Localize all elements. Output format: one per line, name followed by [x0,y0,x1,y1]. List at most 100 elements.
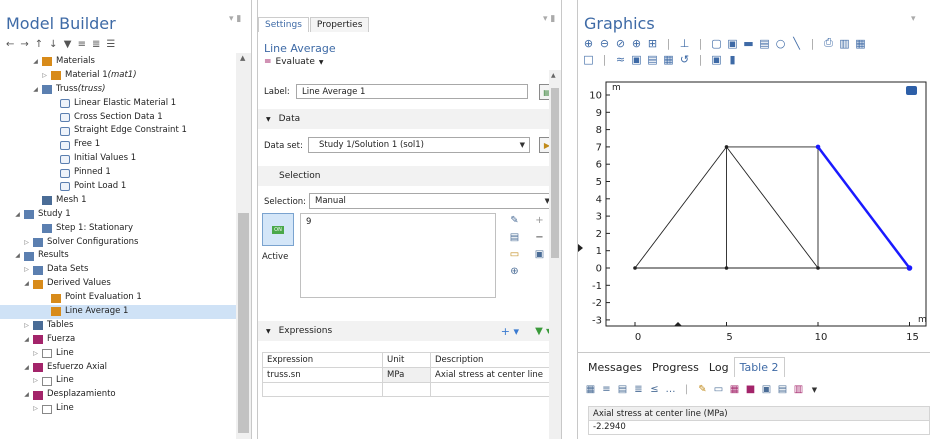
export-table-icon[interactable]: ▤ [777,384,788,395]
collapsed-arrow-icon[interactable]: ▷ [22,263,31,277]
engineering-notation-icon[interactable]: ≤ [649,384,660,395]
tab-messages[interactable]: Messages [583,358,647,377]
expanded-arrow-icon[interactable]: ◢ [13,249,22,263]
move-down-icon[interactable]: ↓ [49,39,57,50]
tree-item[interactable]: ◢ Results [0,249,237,263]
expression-cell[interactable]: truss.sn [262,367,383,383]
add-expression-icon[interactable]: + ▾ [501,325,519,338]
image-snapshot-icon[interactable]: ▥ [839,37,850,50]
tree-item[interactable]: ◢ Esfuerzo Axial [0,361,237,375]
tree-item[interactable]: ◢ Materials [0,55,237,69]
expressions-section-header[interactable]: ▼ Expressions + ▾ ▼ ▾ [258,321,561,341]
tree-item[interactable]: ▷ Line [0,402,237,416]
camera-icon[interactable]: ▣ [711,53,722,66]
expanded-arrow-icon[interactable]: ◢ [22,333,31,347]
full-precision-icon[interactable]: ▦ [585,384,596,395]
clear-selection-icon[interactable]: ▭ [502,249,527,260]
back-arrow-icon[interactable]: ← [6,39,14,50]
collapsed-arrow-icon[interactable]: ▷ [40,69,49,83]
save-image-icon[interactable]: ▮ [727,53,738,66]
clear-selection-icon[interactable]: ╲ [791,37,802,50]
tree-item[interactable]: Cross Section Data 1 [0,111,237,125]
tab-table-2[interactable]: Table 2 [733,357,785,377]
expanded-arrow-icon[interactable]: ◢ [22,277,31,291]
description-cell[interactable]: Axial stress at center line [430,367,556,383]
evaluate-button[interactable]: = Evaluate ▼ [264,57,324,67]
collapsed-arrow-icon[interactable]: ▷ [31,402,40,416]
unit-cell[interactable]: MPa [382,367,431,383]
decimal-notation-icon[interactable]: ≣ [633,384,644,395]
zoom-extents-icon[interactable]: ⊞ [647,37,658,50]
select-edges-icon[interactable]: ▬ [743,37,754,50]
tree-item[interactable]: Initial Values 1 [0,152,237,166]
move-up-icon[interactable]: ↑ [35,39,43,50]
automatic-notation-icon[interactable]: ≡ [601,384,612,395]
table-row[interactable] [262,382,556,397]
expanded-arrow-icon[interactable]: ◢ [22,361,31,375]
table-surface-icon[interactable]: ■ [745,384,756,395]
selection-section-header[interactable]: Selection [258,166,561,186]
table-graph-icon[interactable]: ▦ [729,384,740,395]
tree-item[interactable]: ◢ Study 1 [0,208,237,222]
settings-scrollbar-thumb[interactable] [551,88,559,258]
show-icon[interactable]: ≡ [78,39,86,50]
tree-item[interactable]: Step 1: Stationary [0,222,237,236]
grid-icon[interactable]: ▦ [663,53,674,66]
selection-select[interactable]: Manual ▼ [309,193,555,209]
select-objects-icon[interactable]: ▢ [711,37,722,50]
tree-item[interactable]: Free 1 [0,138,237,152]
transparency-icon[interactable]: □ [583,53,594,66]
expanded-arrow-icon[interactable]: ◢ [31,83,40,97]
collapse-icon[interactable]: ≣ [92,39,100,50]
copy-table-icon[interactable]: ▣ [761,384,772,395]
collapsed-arrow-icon[interactable]: ▷ [22,319,31,333]
collapsed-arrow-icon[interactable]: ▷ [31,347,40,361]
pin-icon[interactable]: ▾ [911,14,916,24]
settings-scrollbar[interactable]: ▲ [549,70,561,439]
scroll-up-icon[interactable]: ▲ [551,72,556,79]
select-boundaries-icon[interactable]: ▣ [727,37,738,50]
zoom-box-icon[interactable]: ⊘ [615,37,626,50]
scroll-up-icon[interactable]: ▲ [240,54,245,62]
activate-toggle[interactable]: ON [262,213,294,246]
collapsed-arrow-icon[interactable]: ▷ [22,236,31,250]
tab-properties[interactable]: Properties [309,17,370,32]
pin-icon[interactable]: ▾ ▮ [543,14,555,24]
clear-table-icon[interactable]: ✎ [697,384,708,395]
tree-item[interactable]: Line Average 1 [0,305,237,319]
table-row[interactable]: truss.sn MPa Axial stress at center line [262,367,556,383]
tree-item[interactable]: ◢ Derived Values [0,277,237,291]
wireframe-icon[interactable]: ▣ [631,53,642,66]
zoom-out-icon[interactable]: ⊖ [599,37,610,50]
expression-cell[interactable] [262,382,383,397]
tab-progress[interactable]: Progress [647,358,704,377]
tree-item[interactable]: ◢ Fuerza [0,333,237,347]
filter-icon[interactable]: ▼ [64,39,72,50]
tree-item[interactable]: Point Load 1 [0,180,237,194]
zoom-in-icon[interactable]: ⊕ [583,37,594,50]
table-value-cell[interactable]: -2.2940 [588,421,930,435]
tree-item[interactable]: Linear Elastic Material 1 [0,97,237,111]
unit-cell[interactable] [382,382,431,397]
tree-scrollbar[interactable]: ▲ [236,53,251,439]
copy-selection-icon[interactable]: ▤ [502,232,527,243]
label-field[interactable]: Line Average 1 [296,84,528,99]
tree-item[interactable]: ◢ Desplazamiento [0,388,237,402]
collapsed-arrow-icon[interactable]: ▷ [31,374,40,388]
tree-item[interactable]: ◢ Truss (truss) [0,83,237,97]
tree-scrollbar-thumb[interactable] [238,213,249,433]
col-unit[interactable]: Unit [382,352,431,368]
dataset-select[interactable]: Study 1/Solution 1 (sol1) ▼ [308,137,530,153]
expanded-arrow-icon[interactable]: ◢ [22,388,31,402]
graphics-canvas[interactable]: 109876543210-1-2-30 5 10 15mm [578,76,928,346]
tree-item[interactable]: ▷ Solver Configurations [0,236,237,250]
tree-item[interactable]: ▷ Data Sets [0,263,237,277]
description-cell[interactable] [430,382,556,397]
tree-item[interactable]: ▷ Line [0,347,237,361]
chevron-down-icon[interactable]: ▼ [809,386,820,394]
expand-icon[interactable]: ☰ [106,39,115,50]
tab-log[interactable]: Log [704,358,734,377]
expanded-arrow-icon[interactable]: ◢ [13,208,22,222]
pin-icon[interactable]: ▾ ▮ [229,14,241,24]
selection-list-item[interactable]: 9 [306,217,311,227]
